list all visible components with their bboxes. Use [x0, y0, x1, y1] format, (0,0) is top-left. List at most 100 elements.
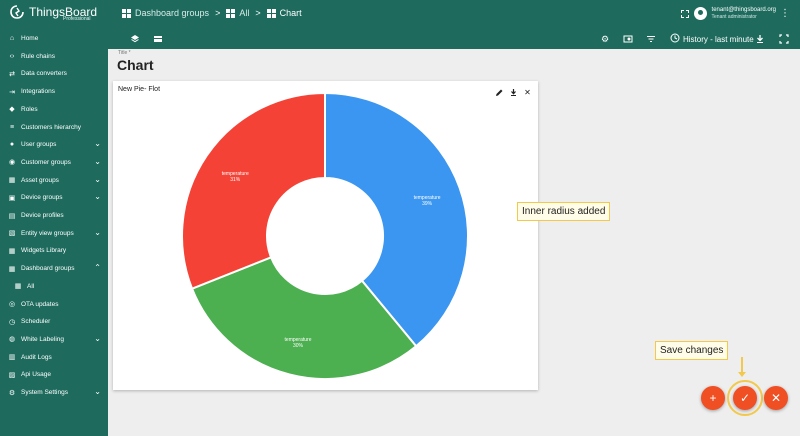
sidebar-item-customers-hierarchy[interactable]: ≡ Customers hierarchy	[0, 119, 108, 136]
grid-icon	[122, 8, 131, 18]
sidebar-item-device-groups[interactable]: ▣ Device groups ⌄	[0, 189, 108, 206]
history-icon	[670, 33, 680, 45]
filter-icon[interactable]	[646, 34, 656, 44]
sort-icon: ≡	[9, 123, 15, 131]
chevron-down-icon[interactable]: ⌄	[94, 388, 101, 396]
domain-icon: ▦	[8, 177, 16, 185]
breadcrumb-separator: >	[255, 8, 261, 18]
save-button[interactable]: ✓	[733, 386, 757, 410]
sidebar-item-label: All	[27, 282, 35, 290]
sidebar-item-label: Api Usage	[21, 371, 51, 379]
layout-icon[interactable]	[153, 34, 163, 44]
sidebar-item-ota-updates[interactable]: ◎ OTA updates	[0, 296, 108, 313]
add-widget-button[interactable]: +	[701, 386, 725, 410]
user-email: tenant@thingsboard.org	[711, 7, 776, 13]
entity-icon: ▧	[8, 230, 16, 238]
sidebar-item-label: Data converters	[21, 70, 67, 78]
gear-icon: ⚙	[8, 389, 16, 397]
palette-icon: ◍	[8, 336, 16, 344]
save-changes-callout: Save changes	[655, 341, 729, 360]
sidebar-item-data-converters[interactable]: ⇄ Data converters	[0, 65, 108, 82]
sidebar-item-rule-chains[interactable]: ‹› Rule chains	[0, 48, 108, 65]
chevron-down-icon[interactable]: ⌄	[94, 228, 101, 237]
arrow-down-icon	[738, 357, 746, 377]
sidebar-item-label: Scheduler	[21, 318, 51, 326]
sidebar-item-scheduler[interactable]: ◷ Scheduler	[0, 313, 108, 330]
image-settings-icon[interactable]	[623, 34, 633, 44]
code-arrows-icon: ‹›	[9, 52, 15, 60]
profile-icon: ▤	[8, 212, 16, 220]
page-title: Chart	[117, 57, 154, 73]
sidebar-item-label: User groups	[21, 141, 57, 149]
sidebar-item-white-labeling[interactable]: ◍ White Labeling ⌄	[0, 331, 108, 348]
clock-icon: ◷	[8, 318, 16, 326]
fullscreen-icon[interactable]	[779, 34, 789, 44]
download-icon[interactable]	[755, 34, 765, 44]
grid-icon	[226, 8, 236, 18]
pie-slice-percent-0: 39%	[422, 201, 433, 207]
pie-slice-percent-2: 31%	[230, 177, 241, 183]
transform-icon: ⇄	[9, 70, 15, 78]
sidebar: ⌂ Home ‹› Rule chains ⇄ Data converters ⇥ Integ…	[0, 30, 108, 436]
sidebar-item-label: OTA updates	[21, 300, 59, 308]
sidebar-item-label: Customers hierarchy	[21, 123, 81, 131]
thingsboard-logo-icon	[10, 5, 24, 19]
cancel-button[interactable]: ✕	[764, 386, 788, 410]
grid-icon	[266, 8, 276, 18]
sidebar-item-home[interactable]: ⌂ Home	[0, 30, 108, 47]
sidebar-item-entity-view-groups[interactable]: ▧ Entity view groups ⌄	[0, 225, 108, 242]
sidebar-item-asset-groups[interactable]: ▦ Asset groups ⌄	[0, 172, 108, 189]
sidebar-item-label: Integrations	[21, 88, 55, 96]
user-menu[interactable]: tenant@thingsboard.org Tenant administra…	[693, 6, 776, 20]
grid-icon: ▦	[14, 283, 22, 291]
sidebar-item-roles[interactable]: ◆ Roles	[0, 101, 108, 118]
chevron-down-icon[interactable]: ⌄	[94, 334, 101, 343]
sidebar-item-label: Audit Logs	[21, 353, 52, 361]
chevron-down-icon[interactable]: ⌄	[94, 193, 101, 201]
chart-icon: ▨	[8, 371, 16, 379]
sidebar-item-integrations[interactable]: ⇥ Integrations	[0, 83, 108, 100]
sidebar-item-label: Device profiles	[21, 212, 64, 219]
sidebar-item-label: System Settings	[21, 389, 68, 396]
pie-chart: temperature39%temperature30%temperature3…	[181, 91, 469, 380]
chevron-down-icon[interactable]: ⌄	[94, 157, 101, 166]
sidebar-item-label: Device groups	[21, 194, 63, 202]
devices-icon: ▣	[8, 194, 16, 202]
avatar	[693, 6, 707, 20]
breadcrumb-dashboard-groups[interactable]: Dashboard groups	[122, 8, 209, 18]
layers-icon[interactable]	[130, 34, 140, 44]
inner-radius-callout: Inner radius added	[517, 202, 611, 221]
sidebar-item-all[interactable]: ▦ All	[0, 278, 108, 295]
shield-icon: ◆	[9, 106, 15, 114]
chevron-up-icon[interactable]: ⌃	[94, 264, 101, 272]
sidebar-item-dashboard-groups[interactable]: ▦ Dashboard groups ⌃	[0, 260, 108, 277]
chevron-down-icon[interactable]: ⌄	[94, 175, 101, 184]
fullscreen-icon[interactable]	[681, 10, 689, 18]
sidebar-item-audit-logs[interactable]: ▥ Audit Logs	[0, 349, 108, 366]
sidebar-item-customer-groups[interactable]: ◉ Customer groups ⌄	[0, 154, 108, 171]
sidebar-item-user-groups[interactable]: ● User groups ⌄	[0, 136, 108, 153]
breadcrumb-separator: >	[215, 8, 221, 18]
track-icon: ▥	[8, 354, 16, 362]
chevron-down-icon[interactable]: ⌄	[94, 140, 101, 148]
sidebar-item-label: White Labeling	[21, 335, 64, 343]
pie-slice-2[interactable]	[181, 91, 326, 290]
dashboard-icon: ▦	[8, 265, 16, 273]
sidebar-item-api-usage[interactable]: ▨ Api Usage	[0, 366, 108, 383]
gear-icon[interactable]: ⚙	[600, 34, 610, 44]
widgets-icon: ▦	[8, 247, 16, 255]
sidebar-item-label: Home	[21, 35, 39, 42]
pie-chart-widget[interactable]: New Pie- Flot ✕ temperature 39% temperatur…	[113, 81, 538, 390]
sidebar-item-label: Dashboard groups	[21, 265, 75, 273]
group-icon: ◉	[8, 159, 16, 167]
history-label: History - last minute	[683, 34, 754, 44]
sidebar-item-widgets-library[interactable]: ▦ Widgets Library	[0, 242, 108, 259]
more-vert-icon[interactable]: ⋮	[780, 9, 790, 19]
breadcrumb: Dashboard groups > All > Chart	[122, 8, 302, 18]
sidebar-item-system-settings[interactable]: ⚙ System Settings ⌄	[0, 384, 108, 401]
history-timewindow[interactable]: History - last minute	[670, 33, 754, 45]
user-role: Tenant administrator	[711, 14, 757, 20]
sidebar-item-device-profiles[interactable]: ▤ Device profiles	[0, 207, 108, 224]
breadcrumb-all[interactable]: All	[226, 8, 249, 18]
sidebar-item-label: Entity view groups	[21, 229, 74, 237]
